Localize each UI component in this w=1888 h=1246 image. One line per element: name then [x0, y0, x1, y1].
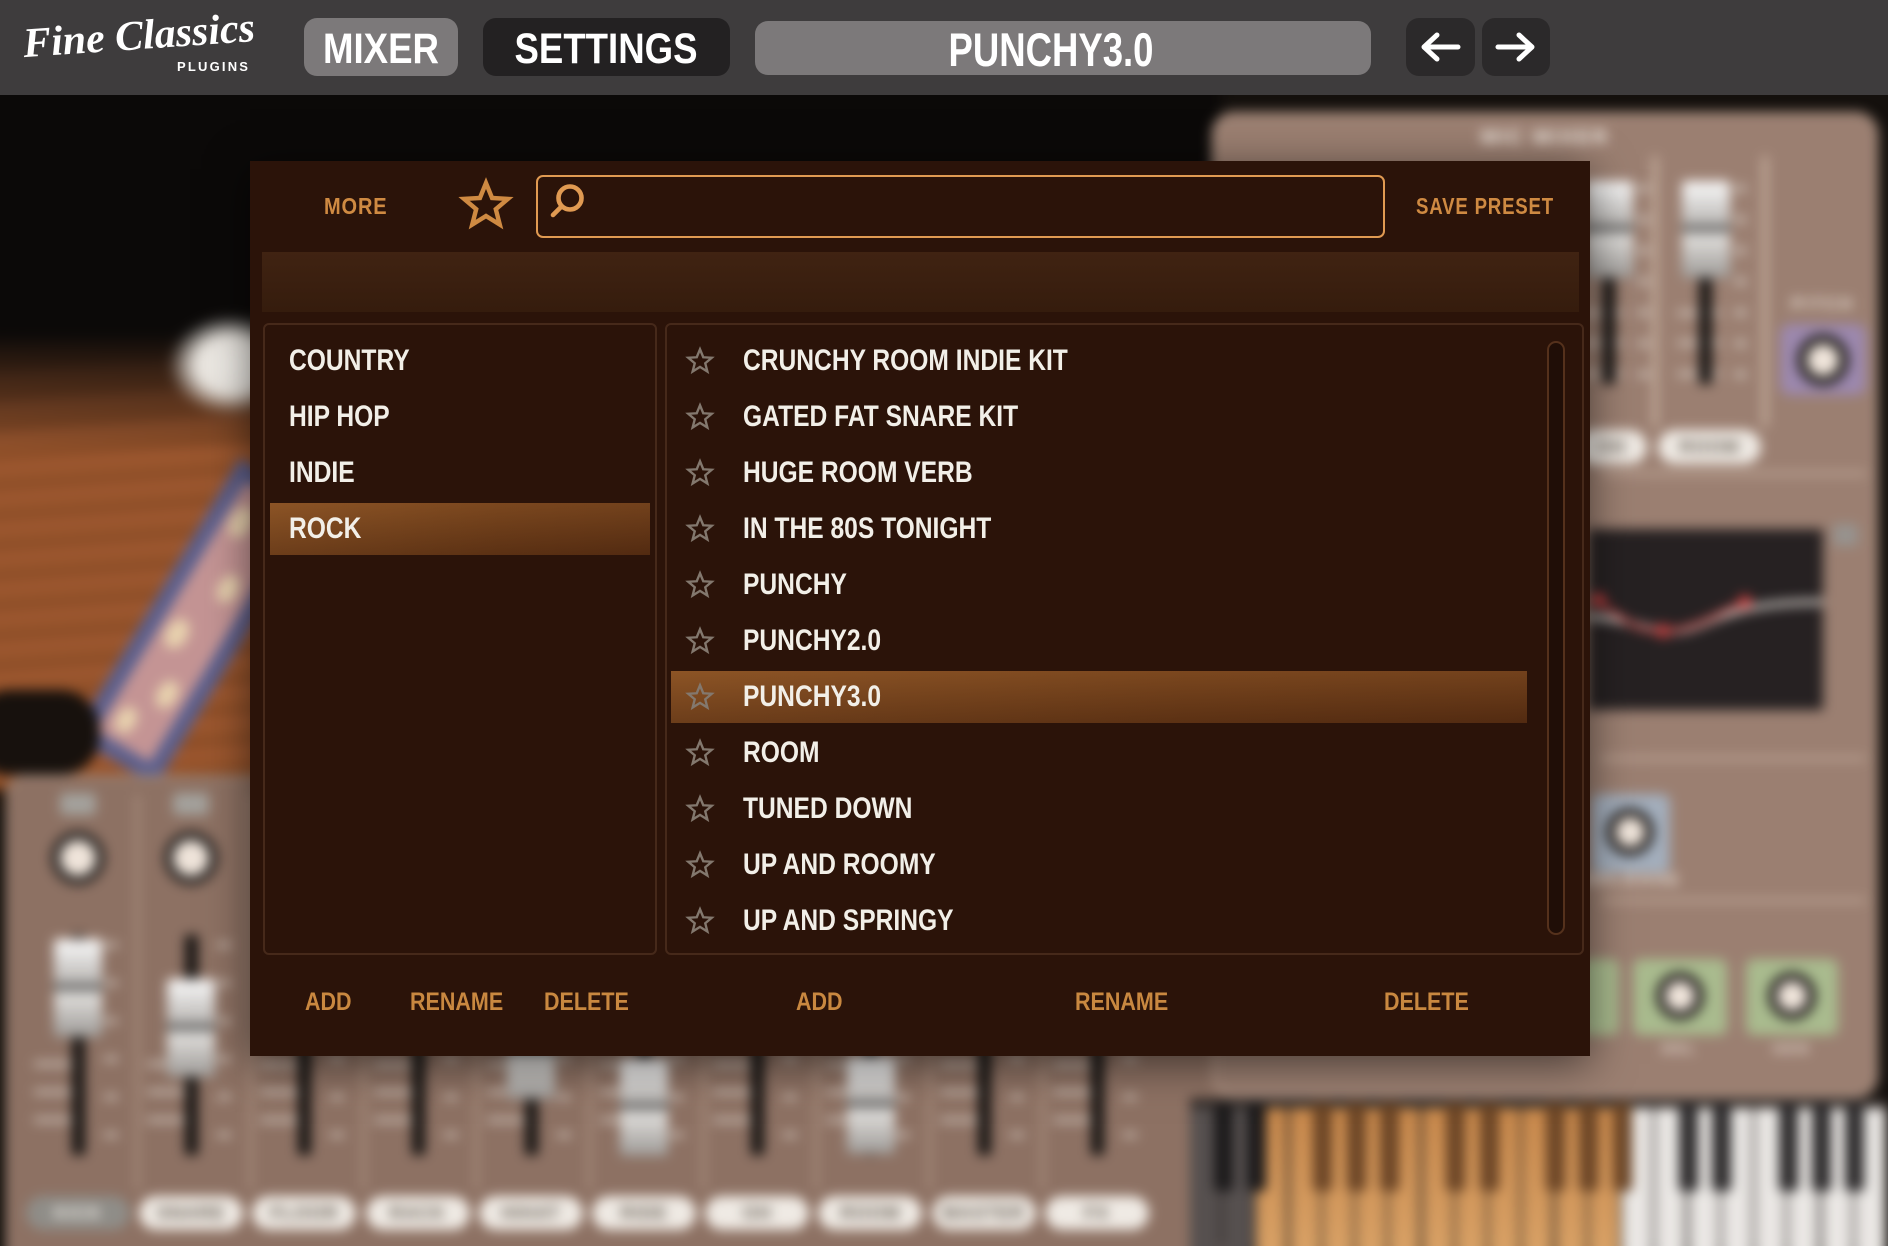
svg-text:MIXER: MIXER	[323, 25, 439, 73]
svg-text:PUNCHY3.0: PUNCHY3.0	[949, 23, 1154, 75]
svg-text:PLUGINS: PLUGINS	[177, 59, 250, 74]
svg-text:SETTINGS: SETTINGS	[515, 25, 698, 73]
